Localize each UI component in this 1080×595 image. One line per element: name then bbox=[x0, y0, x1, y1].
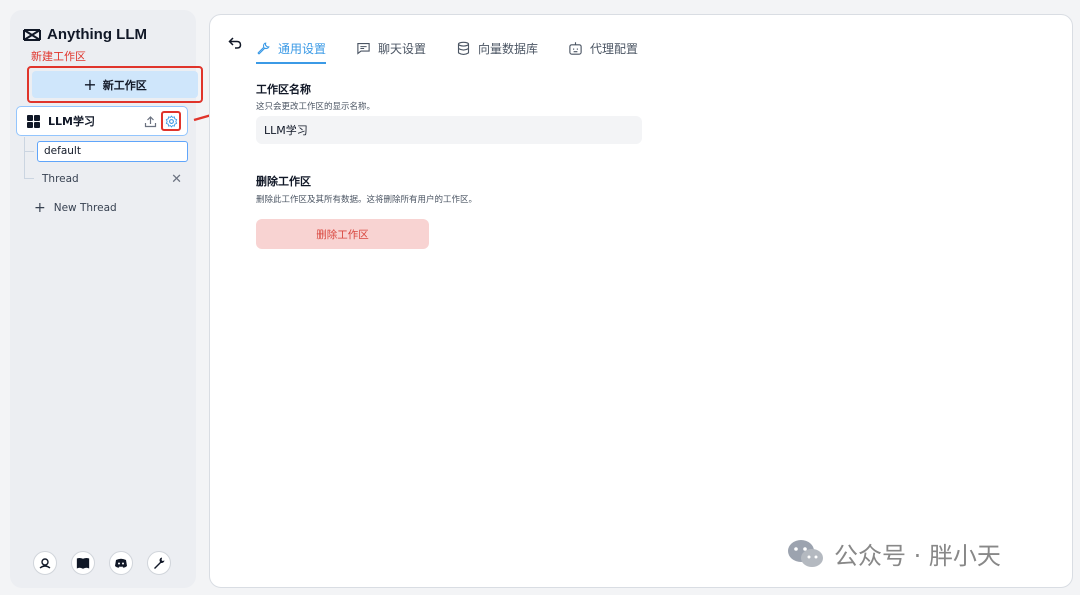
app-title: Anything LLM bbox=[47, 26, 147, 43]
workspace-name: LLM学习 bbox=[48, 115, 95, 128]
new-workspace-button[interactable]: + 新工作区 bbox=[32, 71, 198, 98]
plus-icon: + bbox=[34, 200, 46, 216]
delete-workspace-button[interactable]: 删除工作区 bbox=[256, 219, 429, 249]
tab-label: 聊天设置 bbox=[378, 41, 427, 56]
workspace-name-description: 这只会更改工作区的显示名称。 bbox=[256, 102, 376, 112]
watermark-text: 公众号 · 胖小天 bbox=[834, 542, 1001, 570]
thread-label: Thread bbox=[42, 173, 79, 185]
watermark: 公众号 · 胖小天 bbox=[786, 536, 1001, 571]
delete-workspace-title: 删除工作区 bbox=[256, 175, 311, 188]
sidebar-footer bbox=[33, 551, 171, 575]
thread-item[interactable]: Thread ✕ bbox=[42, 171, 182, 187]
wrench-icon bbox=[257, 42, 270, 54]
tab-label: 向量数据库 bbox=[478, 41, 539, 56]
workspace-name-input[interactable] bbox=[256, 116, 642, 144]
close-icon[interactable]: ✕ bbox=[171, 172, 182, 187]
logo-icon bbox=[23, 28, 41, 41]
docs-book-icon[interactable] bbox=[71, 551, 95, 575]
community-icon[interactable] bbox=[33, 551, 57, 575]
tree-line bbox=[24, 178, 34, 179]
workspace-settings-button[interactable] bbox=[161, 111, 181, 131]
tab-label: 通用设置 bbox=[278, 41, 327, 56]
workspace-item[interactable]: LLM学习 bbox=[16, 106, 188, 136]
delete-workspace-description: 删除此工作区及其所有数据。这将删除所有用户的工作区。 bbox=[256, 195, 478, 205]
database-icon bbox=[457, 41, 470, 55]
annotation-new-workspace-label: 新建工作区 bbox=[31, 50, 86, 63]
new-thread-label: New Thread bbox=[53, 202, 117, 214]
back-icon[interactable] bbox=[228, 34, 242, 53]
settings-tabs: 通用设置 聊天设置 向量数据库 代理配置 bbox=[256, 33, 638, 64]
annotation-highlight-box: + 新工作区 bbox=[27, 66, 203, 103]
gear-icon bbox=[165, 114, 177, 128]
tab-agent-config[interactable]: 代理配置 bbox=[568, 33, 638, 63]
new-thread-button[interactable]: + New Thread bbox=[34, 200, 117, 216]
tab-label: 代理配置 bbox=[590, 41, 639, 56]
thread-item-default[interactable]: default bbox=[37, 141, 188, 162]
wechat-icon bbox=[788, 539, 823, 567]
discord-icon[interactable] bbox=[109, 551, 133, 575]
tree-line bbox=[24, 151, 34, 152]
tab-vector-database[interactable]: 向量数据库 bbox=[456, 33, 538, 63]
workspace-grid-icon bbox=[27, 114, 40, 128]
chat-icon bbox=[357, 42, 370, 55]
app-logo[interactable]: Anything LLM bbox=[22, 26, 147, 43]
tab-chat-settings[interactable]: 聊天设置 bbox=[356, 33, 426, 63]
new-workspace-label: 新工作区 bbox=[102, 78, 147, 92]
plus-icon: + bbox=[83, 74, 97, 94]
upload-icon[interactable] bbox=[143, 114, 157, 128]
sidebar: Anything LLM 新建工作区 + 新工作区 LLM学习 default … bbox=[10, 10, 203, 588]
robot-icon bbox=[569, 41, 582, 55]
workspace-name-title: 工作区名称 bbox=[256, 83, 311, 96]
wrench-icon[interactable] bbox=[147, 551, 171, 575]
settings-panel: 通用设置 聊天设置 向量数据库 代理配置 工作区名称 这只会更改工作区的显示名称… bbox=[209, 14, 1073, 588]
tab-general-settings[interactable]: 通用设置 bbox=[256, 33, 327, 64]
tree-line bbox=[24, 137, 25, 178]
